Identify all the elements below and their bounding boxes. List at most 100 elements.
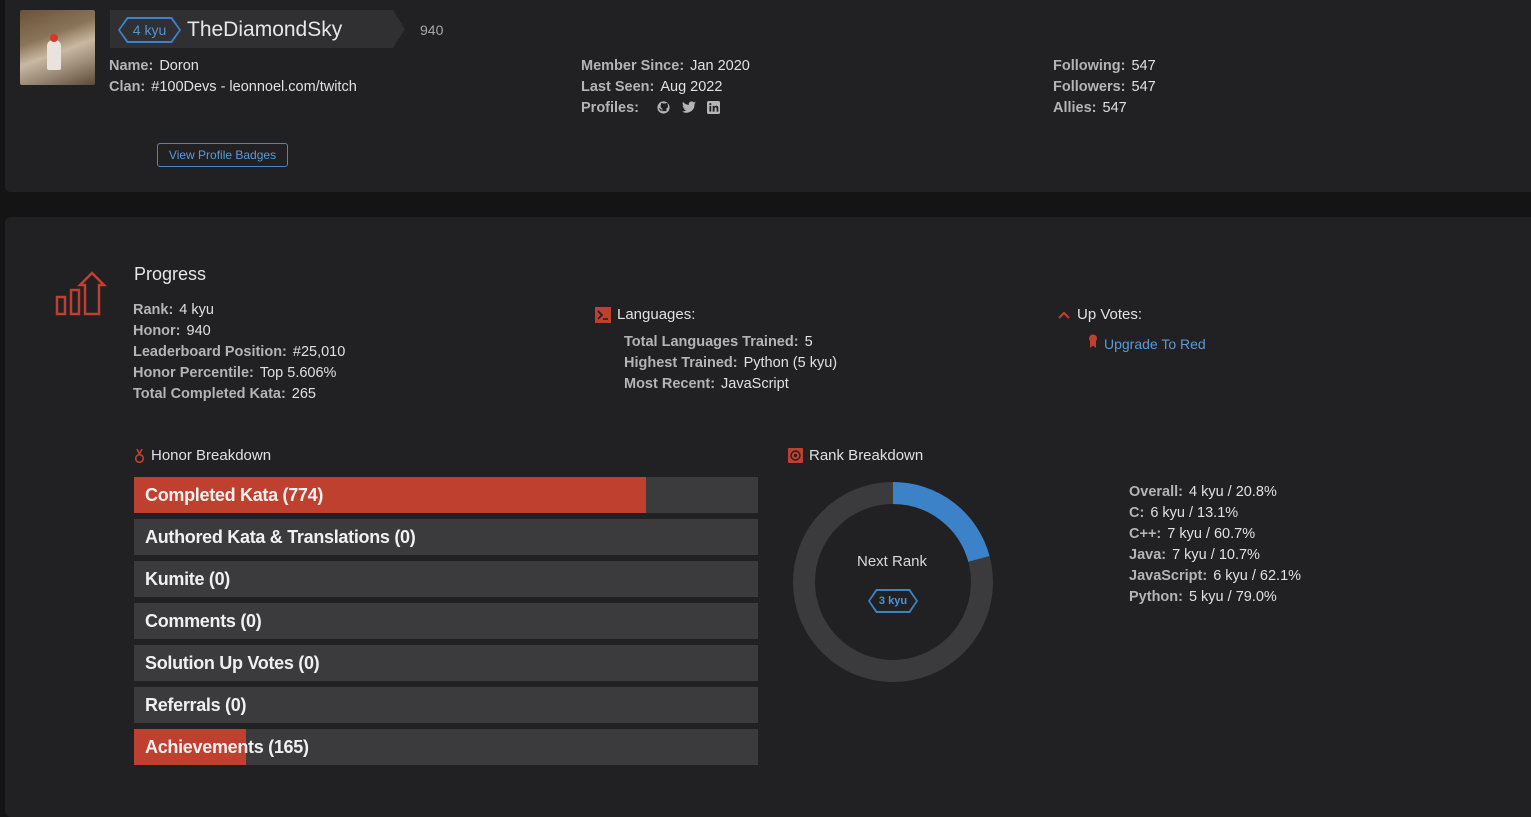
stat-leaderboard: Leaderboard Position: #25,010: [133, 342, 345, 363]
last-seen-value: Aug 2022: [660, 79, 723, 95]
name-row: Name: Doron: [109, 56, 199, 77]
progress-chart-icon: [54, 271, 108, 322]
stat-value: Top 5.606%: [259, 365, 337, 381]
following-row: Following: 547: [1053, 56, 1156, 77]
stat-label: Total Completed Kata:: [133, 386, 286, 402]
languages-highest-row: Highest Trained: Python (5 kyu): [624, 353, 837, 374]
rank-item-value: 5 kyu / 79.0%: [1188, 589, 1277, 605]
honor-bar-label: Kumite (0): [145, 569, 231, 589]
languages-recent-row: Most Recent: JavaScript: [624, 374, 789, 395]
rank-item-javascript: JavaScript: 6 kyu / 62.1%: [1129, 566, 1301, 587]
member-since-label: Member Since:: [581, 58, 685, 74]
last-seen-row: Last Seen: Aug 2022: [581, 77, 722, 98]
followers-row: Followers: 547: [1053, 77, 1156, 98]
rank-item-label: Java:: [1129, 547, 1167, 563]
stat-label: Honor:: [133, 323, 181, 339]
rank-item-value: 6 kyu / 62.1%: [1213, 568, 1302, 584]
honor-bar-label: Solution Up Votes (0): [145, 653, 320, 673]
honor-score: 940: [420, 22, 444, 38]
linkedin-icon[interactable]: [707, 100, 721, 114]
rank-donut: [792, 481, 994, 683]
github-icon[interactable]: [657, 100, 670, 114]
stat-value: #25,010: [292, 344, 346, 360]
username: TheDiamondSky: [187, 18, 343, 41]
languages-heading: Languages:: [595, 306, 695, 323]
rank-item-value: 4 kyu / 20.8%: [1189, 484, 1277, 500]
allies-value: 547: [1102, 100, 1127, 116]
honor-bar-comments: Comments (0): [134, 603, 758, 639]
honor-bar-label: Completed Kata (774): [145, 485, 324, 505]
profiles-row: Profiles:: [581, 98, 721, 119]
progress-title: Progress: [134, 264, 207, 284]
rank-badge-label: 4 kyu: [120, 19, 179, 41]
chevron-up-icon: [1057, 308, 1071, 322]
stat-percentile: Honor Percentile: Top 5.606%: [133, 363, 336, 384]
stat-completed-kata: Total Completed Kata: 265: [133, 384, 316, 405]
rank-item-python: Python: 5 kyu / 79.0%: [1129, 587, 1277, 608]
avatar[interactable]: [20, 10, 95, 85]
followers-label: Followers:: [1053, 79, 1126, 95]
progress-panel: [5, 217, 1531, 817]
rank-item-value: 7 kyu / 10.7%: [1172, 547, 1260, 563]
member-since-row: Member Since: Jan 2020: [581, 56, 750, 77]
allies-label: Allies:: [1053, 100, 1097, 116]
honor-bar-label: Comments (0): [145, 611, 262, 631]
last-seen-label: Last Seen:: [581, 79, 655, 95]
honor-bar-completed-kata: Completed Kata (774): [134, 477, 758, 513]
rank-breakdown-heading: Rank Breakdown: [788, 447, 923, 464]
rank-item-label: JavaScript:: [1129, 568, 1208, 584]
member-since-value: Jan 2020: [690, 58, 750, 74]
honor-breakdown-title: Honor Breakdown: [151, 447, 272, 464]
terminal-icon: [595, 306, 611, 323]
upgrade-to-red-link[interactable]: Upgrade To Red: [1104, 336, 1206, 352]
stat-value: 265: [291, 386, 316, 402]
ribbon-icon: [1088, 334, 1098, 353]
rank-item-label: Overall:: [1129, 484, 1183, 500]
upvotes-title: Up Votes:: [1077, 306, 1143, 323]
stat-value: 4 kyu: [179, 302, 214, 318]
stat-honor: Honor: 940: [133, 321, 211, 342]
rank-item-cpp: C++: 7 kyu / 60.7%: [1129, 524, 1255, 545]
languages-value: JavaScript: [721, 376, 789, 392]
rank-item-value: 7 kyu / 60.7%: [1167, 526, 1256, 542]
honor-bar-label: Referrals (0): [145, 695, 247, 715]
rank-item-overall: Overall: 4 kyu / 20.8%: [1129, 482, 1277, 503]
honor-bar-authored: Authored Kata & Translations (0): [134, 519, 758, 555]
profiles-label: Profiles:: [581, 100, 640, 116]
following-label: Following:: [1053, 58, 1126, 74]
honor-bar-label: Authored Kata & Translations (0): [145, 527, 416, 547]
rank-badge: 4 kyu: [118, 17, 181, 43]
rank-item-label: Python:: [1129, 589, 1183, 605]
allies-row: Allies: 547: [1053, 98, 1127, 119]
languages-label: Most Recent:: [624, 376, 716, 392]
stat-label: Rank:: [133, 302, 174, 318]
clan-label: Clan:: [109, 79, 146, 95]
rank-breakdown-title: Rank Breakdown: [809, 447, 924, 464]
followers-value: 547: [1131, 79, 1156, 95]
clan-row: Clan: #100Devs - leonnoel.com/twitch: [109, 77, 357, 98]
languages-title: Languages:: [617, 306, 696, 323]
stat-rank: Rank: 4 kyu: [133, 300, 214, 321]
medal-icon: [134, 448, 145, 463]
rank-item-label: C:: [1129, 505, 1145, 521]
honor-bar-referrals: Referrals (0): [134, 687, 758, 723]
honor-bar-label: Achievements (165): [145, 737, 309, 757]
next-rank-badge-label: 3 kyu: [870, 591, 916, 611]
view-profile-badges-button[interactable]: View Profile Badges: [157, 143, 288, 167]
honor-bar-kumite: Kumite (0): [134, 561, 758, 597]
languages-total-row: Total Languages Trained: 5: [624, 332, 813, 353]
languages-label: Highest Trained:: [624, 355, 738, 371]
next-rank-badge: 3 kyu: [868, 589, 918, 613]
upgrade-link-row: Upgrade To Red: [1088, 334, 1206, 353]
stat-label: Leaderboard Position:: [133, 344, 287, 360]
rank-item-c: C: 6 kyu / 13.1%: [1129, 503, 1238, 524]
languages-label: Total Languages Trained:: [624, 334, 799, 350]
rank-item-value: 6 kyu / 13.1%: [1150, 505, 1239, 521]
name-label: Name:: [109, 58, 154, 74]
stat-value: 940: [186, 323, 211, 339]
twitter-icon[interactable]: [682, 100, 697, 113]
next-rank-label: Next Rank: [856, 553, 928, 570]
target-icon: [788, 448, 803, 463]
following-value: 547: [1131, 58, 1156, 74]
honor-bar-solution-upvotes: Solution Up Votes (0): [134, 645, 758, 681]
